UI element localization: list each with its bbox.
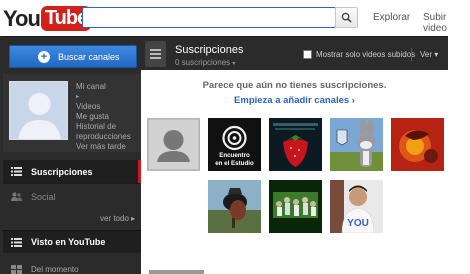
likes-link[interactable]: Me gusta bbox=[76, 112, 140, 122]
search-input[interactable] bbox=[82, 7, 336, 28]
subscriptions-count[interactable]: 0 suscripciones ▾ bbox=[175, 58, 235, 67]
watch-later-link[interactable]: Ver más tarde bbox=[76, 142, 140, 152]
guide-item-label: Suscripciones bbox=[31, 166, 93, 177]
add-channels-label: Buscar canales bbox=[58, 51, 120, 62]
svg-text:en el Estudio: en el Estudio bbox=[215, 160, 254, 167]
guide-item-social[interactable]: Social bbox=[3, 185, 141, 208]
explore-link[interactable]: Explorar bbox=[373, 12, 410, 23]
feed-title: Suscripciones bbox=[175, 44, 244, 56]
channel-thumb-you-shirt[interactable]: YOU bbox=[330, 180, 383, 233]
left-guide: + Buscar canales Mi canal ▸ Videos Me gu… bbox=[0, 36, 141, 274]
guide-item-moment[interactable]: Del momento bbox=[3, 258, 141, 274]
strawberry-image-icon bbox=[269, 118, 322, 171]
list-icon bbox=[11, 237, 22, 247]
logo-you-text: You bbox=[3, 5, 41, 31]
see-all-link[interactable]: ver todo ▸ bbox=[100, 214, 135, 223]
subscriptions-bar: Suscripciones 0 suscripciones ▾ Mostrar … bbox=[141, 36, 448, 70]
next-section-hint bbox=[149, 270, 204, 274]
top-header: You Tube Explorar Subir video bbox=[0, 0, 470, 36]
only-uploads-checkbox[interactable] bbox=[303, 50, 312, 59]
view-dropdown[interactable]: Ver ▾ bbox=[420, 50, 438, 59]
main-content: Parece que aún no tienes suscripciones. … bbox=[141, 70, 448, 274]
guide-top: + Buscar canales bbox=[3, 36, 141, 74]
channel-thumb-crowd[interactable] bbox=[269, 180, 322, 233]
add-channels-button[interactable]: + Buscar canales bbox=[9, 45, 137, 68]
divider bbox=[411, 48, 412, 61]
divider bbox=[3, 183, 141, 184]
red-album-art-icon bbox=[391, 118, 444, 171]
start-adding-channels-link[interactable]: Empieza a añadir canales › bbox=[141, 95, 448, 106]
profile-links: Mi canal ▸ Videos Me gusta Historial de … bbox=[76, 82, 140, 152]
search-button[interactable] bbox=[335, 7, 358, 28]
default-channel-icon bbox=[147, 118, 200, 171]
crowd-image-icon bbox=[269, 180, 322, 233]
youtube-page: You Tube Explorar Subir video + Buscar ca… bbox=[0, 0, 470, 274]
channel-thumb-strawberry[interactable] bbox=[269, 118, 322, 171]
grid-icon bbox=[11, 265, 22, 274]
svg-text:YOU: YOU bbox=[347, 218, 369, 229]
menu-button[interactable] bbox=[145, 41, 166, 67]
history-link[interactable]: Historial de reproducciones bbox=[76, 122, 140, 142]
people-icon bbox=[11, 192, 22, 201]
guide-item-label: Social bbox=[31, 191, 56, 202]
upload-link[interactable]: Subir video bbox=[423, 12, 470, 34]
channel-thumb-bugs-bunny[interactable] bbox=[330, 118, 383, 171]
channel-thumb-red-album[interactable] bbox=[391, 118, 444, 171]
default-avatar-icon bbox=[10, 82, 67, 139]
only-uploads-label: Mostrar solo videos subidos bbox=[316, 50, 416, 59]
person-you-shirt-icon: YOU bbox=[330, 180, 383, 233]
guide-item-label: Del momento bbox=[31, 265, 79, 274]
channel-thumb-bird[interactable] bbox=[208, 180, 261, 233]
page-margin bbox=[448, 36, 470, 274]
menu-icon bbox=[150, 49, 161, 51]
guide-item-label: Visto en YouTube bbox=[31, 237, 106, 247]
guide-item-subscriptions[interactable]: Suscripciones bbox=[3, 160, 141, 183]
videos-link[interactable]: Videos bbox=[76, 102, 140, 112]
bird-image-icon bbox=[208, 180, 261, 233]
search-icon bbox=[341, 12, 352, 23]
empty-subscriptions-message: Parece que aún no tienes suscripciones. bbox=[202, 80, 387, 91]
guide-item-watched[interactable]: Visto en YouTube bbox=[3, 230, 141, 253]
channel-thumb-default[interactable] bbox=[147, 118, 200, 171]
svg-text:Encuentro: Encuentro bbox=[219, 152, 250, 159]
list-icon bbox=[11, 167, 22, 176]
only-uploads-toggle[interactable]: Mostrar solo videos subidos bbox=[303, 50, 415, 59]
youtube-logo[interactable]: You Tube bbox=[3, 5, 92, 31]
my-channel-link[interactable]: Mi canal ▸ bbox=[76, 82, 140, 102]
channel-thumb-encuentro[interactable]: Encuentro en el Estudio bbox=[208, 118, 261, 171]
bugs-bunny-image-icon bbox=[330, 118, 383, 171]
encuentro-logo-icon: Encuentro en el Estudio bbox=[208, 118, 261, 171]
profile-area: Mi canal ▸ Videos Me gusta Historial de … bbox=[3, 74, 141, 152]
plus-icon: + bbox=[38, 50, 50, 63]
avatar[interactable] bbox=[9, 81, 68, 140]
